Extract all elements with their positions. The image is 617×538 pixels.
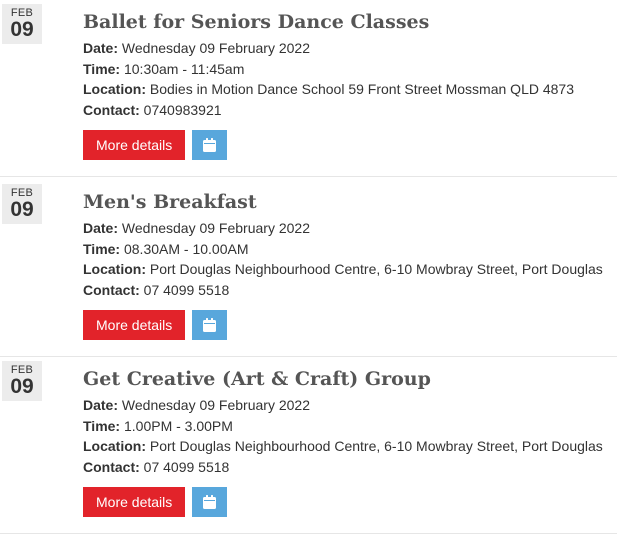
- time-label: Time:: [83, 240, 121, 257]
- date-month: FEB: [10, 364, 34, 376]
- date-value: Wednesday 09 February 2022: [121, 220, 310, 236]
- event-body: Get Creative (Art & Craft) Group Date: W…: [83, 367, 617, 517]
- event-time: Time: 1.00PM - 3.00PM: [83, 416, 617, 437]
- more-details-button[interactable]: More details: [83, 487, 186, 517]
- event-contact: Contact: 07 4099 5518: [83, 457, 617, 478]
- event-actions: More details: [83, 487, 617, 517]
- event-date: Date: Wednesday 09 February 2022: [83, 38, 617, 59]
- event-contact: Contact: 0740983921: [83, 100, 617, 121]
- add-to-calendar-button[interactable]: [192, 310, 228, 340]
- contact-value: 07 4099 5518: [143, 458, 230, 475]
- event-details: Date: Wednesday 09 February 2022 Time: 0…: [83, 218, 617, 300]
- date-label: Date:: [83, 220, 119, 236]
- event-location: Location: Bodies in Motion Dance School …: [83, 79, 617, 100]
- calendar-icon: [203, 318, 217, 332]
- time-value: 1.00PM - 3.00PM: [123, 417, 233, 434]
- event-item: FEB 09 Men's Breakfast Date: Wednesday 0…: [0, 180, 617, 357]
- date-day: 09: [10, 375, 34, 398]
- event-body: Ballet for Seniors Dance Classes Date: W…: [83, 10, 617, 160]
- event-title[interactable]: Ballet for Seniors Dance Classes: [83, 10, 617, 34]
- contact-label: Contact:: [83, 458, 140, 475]
- location-value: Port Douglas Neighbourhood Centre, 6-10 …: [149, 438, 603, 454]
- date-month: FEB: [10, 7, 34, 19]
- more-details-button[interactable]: More details: [83, 130, 186, 160]
- contact-value: 0740983921: [143, 101, 222, 118]
- event-date: Date: Wednesday 09 February 2022: [83, 395, 617, 416]
- date-label: Date:: [83, 40, 119, 56]
- calendar-icon: [203, 495, 217, 509]
- calendar-icon: [203, 138, 217, 152]
- date-badge: FEB 09: [2, 361, 42, 401]
- time-label: Time:: [83, 60, 121, 77]
- event-location: Location: Port Douglas Neighbourhood Cen…: [83, 259, 617, 280]
- location-value: Port Douglas Neighbourhood Centre, 6-10 …: [149, 261, 603, 277]
- event-actions: More details: [83, 130, 617, 160]
- event-title[interactable]: Get Creative (Art & Craft) Group: [83, 367, 617, 391]
- contact-label: Contact:: [83, 101, 140, 118]
- add-to-calendar-button[interactable]: [192, 487, 228, 517]
- time-value: 10:30am - 11:45am: [123, 60, 245, 77]
- date-label: Date:: [83, 397, 119, 413]
- event-time: Time: 10:30am - 11:45am: [83, 59, 617, 80]
- event-time: Time: 08.30AM - 10.00AM: [83, 239, 617, 260]
- location-label: Location:: [83, 81, 146, 97]
- add-to-calendar-button[interactable]: [192, 130, 228, 160]
- event-contact: Contact: 07 4099 5518: [83, 280, 617, 301]
- contact-label: Contact:: [83, 281, 140, 298]
- date-day: 09: [10, 198, 34, 221]
- date-badge: FEB 09: [2, 184, 42, 224]
- date-day: 09: [10, 18, 34, 41]
- location-label: Location:: [83, 261, 146, 277]
- contact-value: 07 4099 5518: [143, 281, 230, 298]
- event-item: FEB 09 Ballet for Seniors Dance Classes …: [0, 0, 617, 177]
- date-month: FEB: [10, 187, 34, 199]
- time-label: Time:: [83, 417, 121, 434]
- event-item: FEB 09 Get Creative (Art & Craft) Group …: [0, 357, 617, 534]
- location-value: Bodies in Motion Dance School 59 Front S…: [149, 81, 574, 97]
- time-value: 08.30AM - 10.00AM: [123, 240, 249, 257]
- event-location: Location: Port Douglas Neighbourhood Cen…: [83, 436, 617, 457]
- event-details: Date: Wednesday 09 February 2022 Time: 1…: [83, 395, 617, 477]
- date-badge: FEB 09: [2, 4, 42, 44]
- event-actions: More details: [83, 310, 617, 340]
- event-list: FEB 09 Ballet for Seniors Dance Classes …: [0, 0, 617, 538]
- more-details-button[interactable]: More details: [83, 310, 186, 340]
- location-label: Location:: [83, 438, 146, 454]
- date-value: Wednesday 09 February 2022: [121, 40, 310, 56]
- event-body: Men's Breakfast Date: Wednesday 09 Febru…: [83, 190, 617, 340]
- date-value: Wednesday 09 February 2022: [121, 397, 310, 413]
- event-date: Date: Wednesday 09 February 2022: [83, 218, 617, 239]
- event-details: Date: Wednesday 09 February 2022 Time: 1…: [83, 38, 617, 120]
- event-title[interactable]: Men's Breakfast: [83, 190, 617, 214]
